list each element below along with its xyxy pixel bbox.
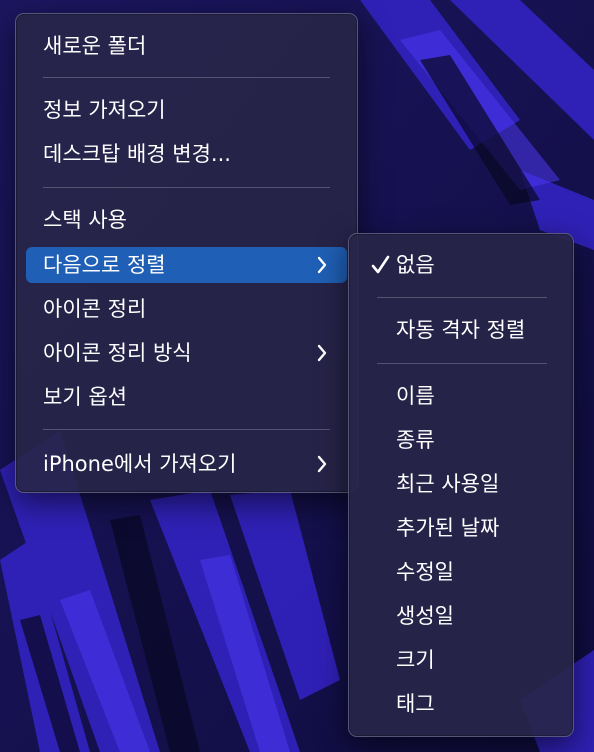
checkmark-icon — [371, 255, 390, 274]
submenu-item-label: 태그 — [396, 692, 435, 716]
menu-item-label: iPhone에서 가져오기 — [43, 452, 237, 476]
submenu-item-name[interactable]: 이름 — [359, 378, 563, 414]
menu-item-change-desktop-background[interactable]: 데스크탑 배경 변경... — [26, 136, 347, 172]
submenu-item-size[interactable]: 크기 — [359, 642, 563, 678]
menu-separator — [377, 363, 547, 364]
menu-item-sort-by[interactable]: 다음으로 정렬 — [26, 247, 347, 283]
menu-item-get-info[interactable]: 정보 가져오기 — [26, 92, 347, 128]
submenu-item-label: 추가된 날짜 — [396, 516, 500, 540]
submenu-item-snap-to-grid[interactable]: 자동 격자 정렬 — [359, 312, 563, 348]
submenu-item-kind[interactable]: 종류 — [359, 422, 563, 458]
submenu-item-label: 자동 격자 정렬 — [396, 318, 526, 342]
menu-separator — [43, 187, 330, 188]
submenu-item-label: 최근 사용일 — [396, 472, 500, 496]
submenu-item-label: 생성일 — [396, 604, 454, 628]
menu-item-label: 새로운 폴더 — [43, 34, 147, 58]
desktop-context-menu: 새로운 폴더 정보 가져오기 데스크탑 배경 변경... 스택 사용 다음으로 … — [15, 13, 358, 493]
submenu-item-label: 없음 — [396, 253, 435, 277]
submenu-item-date-modified[interactable]: 수정일 — [359, 554, 563, 590]
submenu-item-date-added[interactable]: 추가된 날짜 — [359, 510, 563, 546]
submenu-item-tags[interactable]: 태그 — [359, 686, 563, 722]
menu-item-use-stacks[interactable]: 스택 사용 — [26, 202, 347, 238]
menu-separator — [43, 77, 330, 78]
menu-item-label: 다음으로 정렬 — [43, 253, 166, 277]
chevron-right-icon — [317, 455, 327, 473]
submenu-item-label: 종류 — [396, 428, 435, 452]
submenu-item-date-last-opened[interactable]: 최근 사용일 — [359, 466, 563, 502]
menu-item-label: 아이콘 정리 — [43, 297, 147, 321]
menu-item-label: 스택 사용 — [43, 208, 127, 232]
menu-separator — [377, 297, 547, 298]
submenu-item-label: 수정일 — [396, 560, 454, 584]
menu-item-clean-up[interactable]: 아이콘 정리 — [26, 291, 347, 327]
submenu-item-date-created[interactable]: 생성일 — [359, 598, 563, 634]
chevron-right-icon — [317, 344, 327, 362]
menu-item-view-options[interactable]: 보기 옵션 — [26, 379, 347, 415]
menu-item-new-folder[interactable]: 새로운 폴더 — [26, 28, 347, 64]
menu-item-label: 아이콘 정리 방식 — [43, 341, 192, 365]
menu-item-label: 보기 옵션 — [43, 385, 127, 409]
chevron-right-icon — [317, 256, 327, 274]
submenu-item-label: 크기 — [396, 648, 435, 672]
submenu-item-label: 이름 — [396, 384, 435, 408]
menu-item-label: 정보 가져오기 — [43, 98, 166, 122]
submenu-item-none[interactable]: 없음 — [359, 247, 563, 283]
sort-by-submenu: 없음 자동 격자 정렬 이름 종류 최근 사용일 추가된 날짜 수정일 생성일 … — [348, 233, 574, 737]
menu-item-import-from-iphone[interactable]: iPhone에서 가져오기 — [26, 446, 347, 482]
menu-separator — [43, 429, 330, 430]
menu-item-clean-up-by[interactable]: 아이콘 정리 방식 — [26, 335, 347, 371]
menu-item-label: 데스크탑 배경 변경... — [43, 142, 231, 166]
